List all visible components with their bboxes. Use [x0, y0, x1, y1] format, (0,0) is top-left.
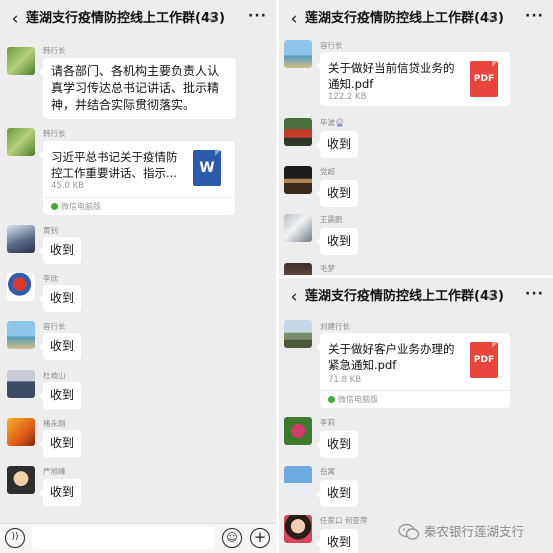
file-message[interactable]: 关于做好当前信贷业务的通知.pdf 122.2 KB PDF [316, 52, 510, 106]
file-message[interactable]: 关于做好客户业务办理的紧急通知.pdf 71.8 KB PDF 微信电脑版 [316, 333, 510, 408]
mute-bell-icon: 🔕︎ [206, 13, 219, 24]
chevron-left-icon[interactable]: ‹ [7, 9, 23, 29]
chat-title: 莲湖支行疫情防控线上工作群(43) [305, 11, 504, 26]
sender-name: 毛梦 [320, 264, 335, 273]
more-dots-icon[interactable]: ··· [525, 286, 544, 302]
sender-name: 黄钊 [43, 226, 58, 235]
pdf-file-icon: PDF [470, 342, 498, 378]
file-source-label: 微信电脑版 [61, 202, 101, 211]
emoji-icon[interactable]: ☺︎ [222, 528, 242, 548]
mute-bell-icon: 🔕︎ [485, 291, 498, 302]
sender-name: 任家口 何亚萍 [320, 516, 368, 525]
message-bubble[interactable]: 收到 [38, 430, 82, 457]
message-bubble[interactable]: 请各部门、各机构主要负责人认真学习传达总书记讲话、批示精神，并结合实际贯彻落实。 [39, 58, 236, 119]
file-source-label: 微信电脑版 [338, 395, 378, 404]
sender-name: 王震鹏 [320, 215, 343, 224]
input-bar: )) ☺︎ + [0, 523, 276, 553]
sender-name: 党超 [320, 167, 335, 176]
chat-title: 莲湖支行疫情防控线上工作群(43) [305, 289, 504, 304]
sender-name: 严旭峰 [43, 467, 66, 476]
voice-icon[interactable]: )) [5, 528, 25, 548]
message-bubble[interactable]: 收到 [315, 480, 359, 507]
message-bubble[interactable]: 收到 [38, 479, 82, 506]
wechat-logo-icon [398, 523, 420, 540]
sender-name: 杜岐山 [43, 371, 66, 380]
chat-title: 莲湖支行疫情防控线上工作群(43) [26, 11, 225, 26]
avatar[interactable] [7, 370, 35, 398]
avatar[interactable] [284, 263, 312, 275]
avatar[interactable] [7, 466, 35, 494]
sender-name: 容行长 [320, 41, 343, 50]
avatar[interactable] [284, 118, 312, 146]
message-bubble[interactable]: 收到 [315, 431, 359, 458]
avatar[interactable] [7, 47, 35, 75]
file-source: 微信电脑版 [320, 390, 510, 408]
sender-name: 毕波🎡 [320, 118, 345, 127]
avatar[interactable] [7, 321, 35, 349]
chat-titlebar: ‹ 莲湖支行疫情防控线上工作群(43) 🔕︎ ··· [279, 0, 553, 38]
sender-name: 刘建行长 [320, 322, 350, 331]
chat-window-right-bottom: ‹ 莲湖支行疫情防控线上工作群(43) 🔕︎ ··· 刘建行长 关于做好客户业务… [279, 278, 553, 553]
sender-name: 褚永刚 [43, 419, 66, 428]
chat-titlebar: ‹ 莲湖支行疫情防控线上工作群(43) 🔕︎ ··· [279, 278, 553, 316]
more-dots-icon[interactable]: ··· [248, 8, 267, 24]
message-bubble[interactable]: 收到 [315, 131, 359, 158]
sender-name: 韩行长 [43, 129, 66, 138]
sender-name: 李莉 [320, 418, 335, 427]
file-size: 122.2 KB [328, 92, 367, 102]
message-bubble[interactable]: 收到 [38, 285, 82, 312]
file-name: 关于做好客户业务办理的紧急通知.pdf [328, 342, 455, 372]
message-bubble[interactable]: 收到 [38, 237, 82, 264]
avatar[interactable] [284, 515, 312, 543]
message-bubble[interactable]: 收到 [315, 180, 359, 207]
file-source: 微信电脑版 [43, 197, 235, 215]
file-size: 71.8 KB [328, 375, 362, 385]
message-bubble[interactable]: 收到 [315, 529, 359, 553]
avatar[interactable] [7, 225, 35, 253]
avatar[interactable] [7, 128, 35, 156]
message-bubble[interactable]: 收到 [38, 333, 82, 360]
chat-window-left: ‹ 莲湖支行疫情防控线上工作群(43) 🔕︎ ··· 韩行长 请各部门、各机构主… [0, 0, 276, 553]
mute-bell-icon: 🔕︎ [485, 13, 498, 24]
file-name: 习近平总书记关于疫情防控工作重要讲话、指示... [51, 150, 178, 180]
plus-icon[interactable]: + [250, 528, 270, 548]
avatar[interactable] [284, 466, 312, 494]
more-dots-icon[interactable]: ··· [525, 8, 544, 24]
file-message[interactable]: 习近平总书记关于疫情防控工作重要讲话、指示... 45.0 KB W 微信电脑版 [39, 141, 235, 215]
wechat-pc-icon [51, 203, 58, 210]
avatar[interactable] [284, 214, 312, 242]
file-size: 45.0 KB [51, 181, 85, 191]
sender-name: 岳寓 [320, 467, 335, 476]
word-file-icon: W [193, 150, 221, 186]
watermark-text: 秦农银行莲湖支行 [424, 524, 525, 539]
avatar[interactable] [284, 417, 312, 445]
chat-window-right-top: ‹ 莲湖支行疫情防控线上工作群(43) 🔕︎ ··· 容行长 关于做好当前信贷业… [279, 0, 553, 275]
wechat-pc-icon [328, 396, 335, 403]
sender-name: 容行长 [43, 322, 66, 331]
message-bubble[interactable]: 收到 [315, 228, 359, 255]
sender-name: 韩行长 [43, 46, 66, 55]
avatar[interactable] [7, 273, 35, 301]
chevron-left-icon[interactable]: ‹ [286, 9, 302, 29]
sender-name: 李欣 [43, 274, 58, 283]
chevron-left-icon[interactable]: ‹ [286, 287, 302, 307]
avatar[interactable] [284, 320, 312, 348]
chat-titlebar: ‹ 莲湖支行疫情防控线上工作群(43) 🔕︎ ··· [0, 0, 276, 38]
avatar[interactable] [7, 418, 35, 446]
avatar[interactable] [284, 166, 312, 194]
avatar[interactable] [284, 40, 312, 68]
file-name: 关于做好当前信贷业务的通知.pdf [328, 61, 455, 91]
message-bubble[interactable]: 收到 [38, 382, 82, 409]
pdf-file-icon: PDF [470, 61, 498, 97]
message-input[interactable] [32, 527, 214, 549]
